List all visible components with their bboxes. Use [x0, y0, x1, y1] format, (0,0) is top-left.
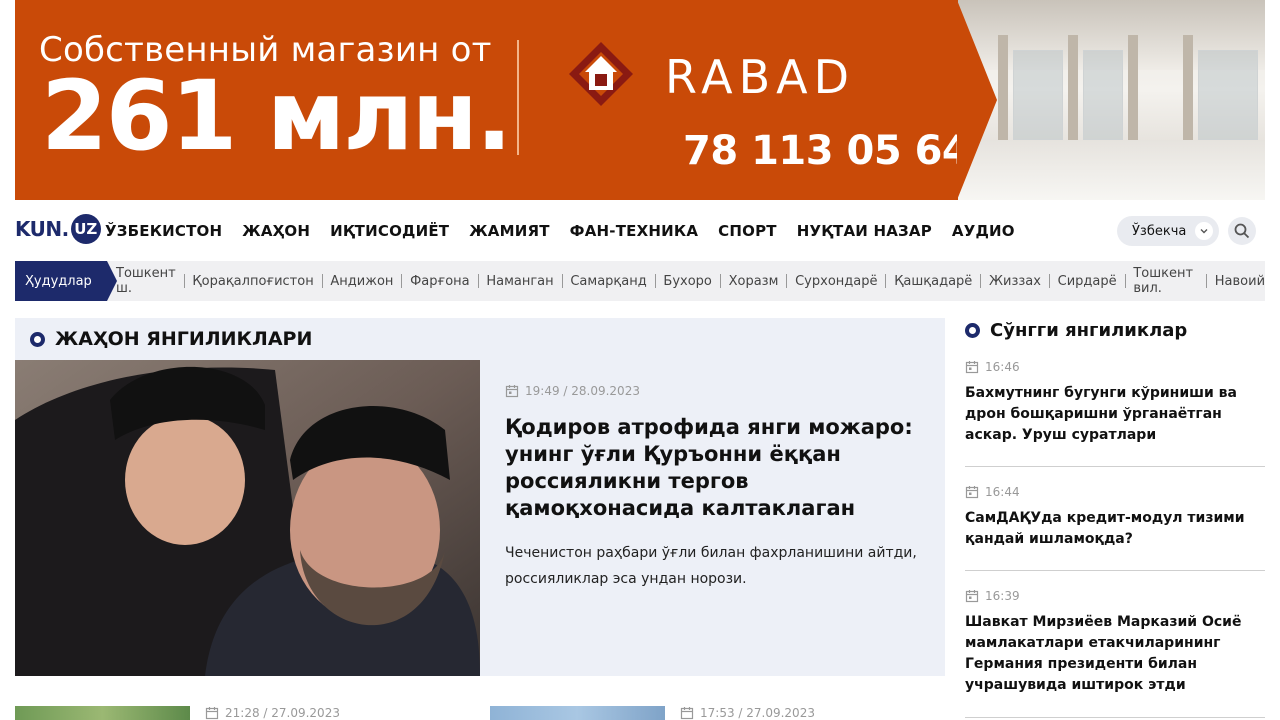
region-link[interactable]: Бухоро — [663, 274, 711, 289]
news-divider — [965, 717, 1265, 718]
main-nav: ЎЗБЕКИСТОН ЖАҲОН ИҚТИСОДИЁТ ЖАМИЯТ ФАН-Т… — [105, 222, 1035, 240]
calendar-icon — [965, 361, 979, 374]
banner-divider — [517, 40, 519, 155]
article-datetime: 21:28 / 27.09.2023 — [225, 706, 340, 720]
article-thumbnail[interactable] — [490, 706, 665, 720]
latest-title[interactable]: Сўнгги янгиликлар — [990, 320, 1187, 341]
banner-arrow-shape — [957, 0, 997, 200]
nav-item-science-tech[interactable]: ФАН-ТЕХНИКА — [570, 222, 698, 240]
site-logo[interactable]: KUN. UZ — [15, 213, 101, 245]
article-meta: 19:49 / 28.09.2023 — [505, 384, 925, 398]
news-item[interactable]: 16:39 Шавкат Мирзиёев Марказий Осиё мамл… — [965, 589, 1265, 696]
news-time: 16:39 — [985, 589, 1020, 603]
region-link[interactable]: Тошкент вил. — [1133, 266, 1198, 296]
calendar-icon — [965, 590, 979, 603]
news-time: 16:46 — [985, 360, 1020, 374]
section-bullet-icon — [965, 323, 980, 338]
news-divider — [965, 570, 1265, 571]
article-thumbnail[interactable] — [15, 706, 190, 720]
article-meta: 17:53 / 27.09.2023 — [680, 706, 815, 720]
nav-item-uzbekistan[interactable]: ЎЗБЕКИСТОН — [105, 222, 222, 240]
region-link[interactable]: Сурхондарё — [795, 274, 877, 289]
region-link[interactable]: Фарғона — [410, 274, 470, 289]
calendar-icon — [965, 486, 979, 499]
region-link[interactable]: Сирдарё — [1058, 274, 1117, 289]
banner-brand: RABAD — [665, 50, 856, 104]
news-meta: 16:46 — [965, 360, 1265, 374]
banner-price: 261 млн. — [41, 60, 512, 172]
latest-header: Сўнгги янгиликлар — [965, 320, 1187, 341]
nav-item-economy[interactable]: ИҚТИСОДИЁТ — [330, 222, 449, 240]
nav-item-audio[interactable]: АУДИО — [952, 222, 1015, 240]
nav-item-world[interactable]: ЖАҲОН — [242, 222, 310, 240]
news-meta: 16:39 — [965, 589, 1265, 603]
calendar-icon — [505, 385, 519, 398]
region-link[interactable]: Тошкент ш. — [116, 266, 176, 296]
banner-photo — [958, 0, 1265, 200]
banner-phone: 78 113 05 64 — [683, 128, 970, 174]
section-title[interactable]: ЖАҲОН ЯНГИЛИКЛАРИ — [55, 328, 312, 350]
region-link[interactable]: Жиззах — [989, 274, 1041, 289]
ad-banner[interactable]: Собственный магазин от 261 млн. RABAD 78… — [15, 0, 1265, 200]
region-link[interactable]: Хоразм — [729, 274, 779, 289]
region-link[interactable]: Қорақалпоғистон — [192, 274, 313, 289]
calendar-icon — [205, 707, 219, 720]
region-list: Тошкент ш. Қорақалпоғистон Андижон Фарғо… — [116, 261, 1265, 301]
search-icon — [1234, 223, 1250, 239]
nav-item-society[interactable]: ЖАМИЯТ — [469, 222, 549, 240]
section-bullet-icon — [30, 331, 45, 347]
featured-photo[interactable] — [15, 360, 480, 676]
news-title[interactable]: Шавкат Мирзиёев Марказий Осиё мамлакатла… — [965, 612, 1265, 696]
article-lead: Чеченистон раҳбари ўғли билан фахрланиши… — [505, 545, 917, 587]
nav-item-opinion[interactable]: НУҚТАИ НАЗАР — [797, 222, 932, 240]
chevron-down-icon — [1195, 222, 1213, 240]
article-title[interactable]: Қодиров атрофида янги можаро: унинг ўғли… — [505, 414, 925, 522]
news-title[interactable]: Бахмутнинг бугунги кўриниши ва дрон бошқ… — [965, 383, 1265, 446]
regions-bar: Ҳудудлар Тошкент ш. Қорақалпоғистон Анди… — [15, 261, 1265, 301]
news-divider — [965, 466, 1265, 467]
article-datetime: 19:49 / 28.09.2023 — [525, 384, 640, 398]
house-logo-icon — [569, 42, 633, 106]
article-meta: 21:28 / 27.09.2023 — [205, 706, 340, 720]
article-datetime: 17:53 / 27.09.2023 — [700, 706, 815, 720]
news-time: 16:44 — [985, 485, 1020, 499]
section-header: ЖАҲОН ЯНГИЛИКЛАРИ — [30, 328, 312, 350]
search-button[interactable] — [1228, 217, 1256, 245]
regions-label: Ҳудудлар — [15, 261, 107, 301]
region-link[interactable]: Наманган — [486, 274, 553, 289]
nav-item-sport[interactable]: СПОРТ — [718, 222, 777, 240]
region-link[interactable]: Қашқадарё — [894, 274, 972, 289]
region-link[interactable]: Самарқанд — [570, 274, 646, 289]
featured-article: 19:49 / 28.09.2023 Қодиров атрофида янги… — [505, 384, 925, 592]
news-item[interactable]: 16:46 Бахмутнинг бугунги кўриниши ва дро… — [965, 360, 1265, 446]
logo-badge: UZ — [70, 214, 101, 244]
news-meta: 16:44 — [965, 485, 1265, 499]
world-news-section: ЖАҲОН ЯНГИЛИКЛАРИ 19:49 / 28.09.2023 Қод… — [15, 318, 945, 676]
region-link[interactable]: Андижон — [330, 274, 393, 289]
news-title[interactable]: СамДАҚУда кредит-модул тизими қандай ишл… — [965, 508, 1265, 550]
news-item[interactable]: 16:44 СамДАҚУда кредит-модул тизими қанд… — [965, 485, 1265, 550]
language-selector[interactable]: Ўзбекча — [1117, 216, 1219, 246]
calendar-icon — [680, 707, 694, 720]
language-label: Ўзбекча — [1132, 223, 1187, 239]
logo-text: KUN. — [15, 217, 69, 241]
site-header: KUN. UZ ЎЗБЕКИСТОН ЖАҲОН ИҚТИСОДИЁТ ЖАМИ… — [15, 210, 1265, 250]
region-link[interactable]: Навоий — [1215, 274, 1265, 289]
